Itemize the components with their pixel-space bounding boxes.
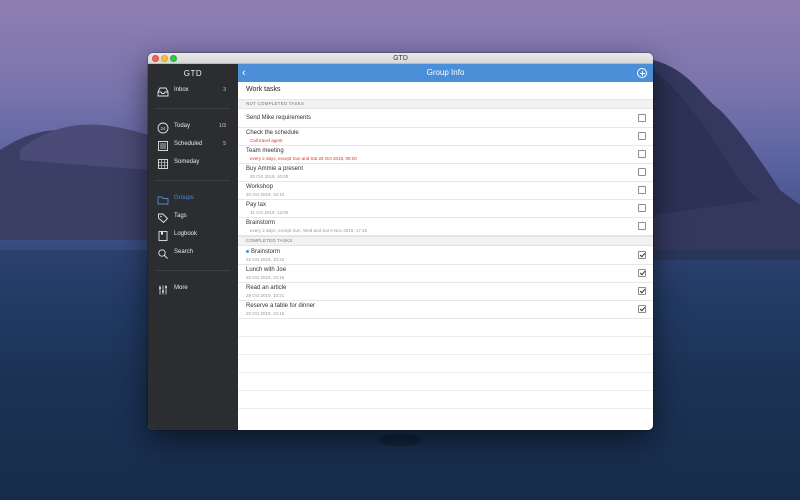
sidebar-item-inbox[interactable]: Inbox 3: [148, 83, 238, 101]
task-date: 30 Oct 2019, 16:10: [246, 192, 285, 197]
task-date: 29 Oct 2019, 10:16: [246, 311, 285, 316]
task-repeat-info: every 2 days, except Sun, Wed and Sat 6 …: [250, 228, 367, 233]
sidebar-item-label: Today: [174, 123, 191, 129]
badge-count: 3: [223, 87, 226, 93]
task-date: 29 Oct 2019, 10:22: [246, 257, 285, 262]
divider: [156, 270, 230, 271]
svg-text:24: 24: [160, 126, 166, 131]
navigation-bar: ‹ Group Info: [238, 64, 653, 82]
window-title: GTD: [393, 55, 408, 62]
empty-row: [238, 391, 653, 409]
task-date: 30 Oct 2019, 10:00: [250, 174, 289, 179]
sidebar-item-logbook[interactable]: Logbook: [148, 227, 238, 245]
folder-icon: [157, 196, 169, 205]
title-bar: GTD: [148, 53, 653, 64]
task-name-wrapper: Brainstorm: [246, 249, 280, 255]
main-panel: ‹ Group Info Work tasks NOT COMPLETED TA…: [238, 64, 653, 430]
task-row[interactable]: Team meeting every 2 days, except Sun an…: [238, 146, 653, 164]
badge-count: 1/3: [219, 123, 226, 129]
task-name: Team meeting: [246, 148, 284, 154]
divider: [156, 108, 230, 109]
sidebar-item-label: More: [174, 285, 188, 291]
task-repeat-info: every 2 days, except Sun and Sat 28 Oct …: [250, 156, 357, 161]
task-name: Brainstorm: [251, 249, 281, 255]
task-date: 29 Oct 2019, 10:16: [246, 275, 285, 280]
group-title: Work tasks: [246, 86, 281, 93]
task-checkbox[interactable]: [638, 287, 646, 295]
section-header-label: COMPLETED TASKS: [246, 238, 293, 243]
sidebar-item-today[interactable]: 24 Today 1/3: [148, 119, 238, 137]
task-name: Brainstorm: [246, 220, 276, 226]
sidebar-item-label: Tags: [174, 213, 187, 219]
task-row[interactable]: Reserve a table for dinner 29 Oct 2019, …: [238, 301, 653, 319]
sidebar-item-more[interactable]: More: [148, 281, 238, 299]
sidebar-item-label: Scheduled: [174, 141, 203, 147]
task-row[interactable]: Lunch with Joe 29 Oct 2019, 10:16: [238, 265, 653, 283]
empty-row: [238, 319, 653, 337]
sidebar-header: GTD: [183, 69, 203, 78]
task-date: 29 Oct 2019, 10:21: [246, 293, 285, 298]
task-row[interactable]: Brainstorm 29 Oct 2019, 10:22: [238, 247, 653, 265]
divider: [156, 180, 230, 181]
sliders-icon: [159, 285, 167, 295]
task-row[interactable]: Workshop 30 Oct 2019, 16:10: [238, 182, 653, 200]
task-name: Send Mike requirements: [246, 115, 312, 121]
task-checkbox[interactable]: [638, 132, 646, 140]
task-name: Read an article: [246, 285, 287, 291]
task-checkbox[interactable]: [638, 150, 646, 158]
task-name: Check the schedule: [246, 130, 299, 136]
scheduled-list-icon: [158, 141, 168, 151]
book-icon: [158, 231, 168, 241]
task-row[interactable]: Brainstorm every 2 days, except Sun, Wed…: [238, 218, 653, 236]
empty-row: [238, 355, 653, 373]
task-checkbox[interactable]: [638, 204, 646, 212]
section-header-completed: COMPLETED TASKS: [238, 236, 653, 246]
task-name: Lunch with Joe: [246, 267, 287, 273]
task-row[interactable]: Pay tax 31 Oct 2019, 12:00: [238, 200, 653, 218]
task-row[interactable]: Check the schedule Call travel agent: [238, 128, 653, 146]
sidebar-item-label: Inbox: [174, 87, 189, 93]
task-name: Workshop: [246, 184, 273, 190]
task-checkbox[interactable]: [638, 251, 646, 259]
app-window: GTD GTD Inbox 3 24 Today 1/3 Scheduled 5…: [148, 53, 653, 430]
badge-count: 5: [223, 141, 226, 147]
sidebar-item-label: Someday: [174, 159, 200, 165]
sidebar-item-label: Search: [174, 249, 194, 255]
empty-row: [238, 337, 653, 355]
task-name: Reserve a table for dinner: [246, 303, 316, 309]
tag-icon: [158, 213, 169, 224]
task-checkbox[interactable]: [638, 168, 646, 176]
task-row[interactable]: Send Mike requirements: [238, 110, 653, 128]
task-checkbox[interactable]: [638, 269, 646, 277]
highlight-dot-icon: [246, 249, 249, 253]
task-name: Buy Ammie a present: [246, 166, 304, 172]
search-icon: [158, 249, 168, 259]
sidebar-item-scheduled[interactable]: Scheduled 5: [148, 137, 238, 155]
task-row[interactable]: Buy Ammie a present 30 Oct 2019, 10:00: [238, 164, 653, 182]
sidebar: GTD Inbox 3 24 Today 1/3 Scheduled 5 Som…: [148, 64, 238, 430]
task-checkbox[interactable]: [638, 305, 646, 313]
sidebar-item-tags[interactable]: Tags: [148, 209, 238, 227]
task-row[interactable]: Read an article 29 Oct 2019, 10:21: [238, 283, 653, 301]
sidebar-item-label: Groups: [174, 195, 194, 201]
grid-calendar-icon: [158, 159, 168, 169]
sidebar-item-label: Logbook: [174, 231, 198, 237]
section-header-not-completed: NOT COMPLETED TASKS: [238, 99, 653, 109]
task-name: Pay tax: [246, 202, 267, 208]
task-checkbox[interactable]: [638, 114, 646, 122]
sidebar-item-groups[interactable]: Groups: [148, 191, 238, 209]
task-date: 31 Oct 2019, 12:00: [250, 210, 289, 215]
add-circle-icon[interactable]: [637, 68, 647, 78]
task-note: Call travel agent: [250, 138, 283, 143]
inbox-icon: [157, 87, 169, 97]
page-title: Group Info: [426, 68, 465, 77]
section-header-label: NOT COMPLETED TASKS: [246, 101, 305, 106]
empty-row: [238, 373, 653, 391]
calendar-24-icon: 24: [157, 122, 169, 134]
sidebar-item-someday[interactable]: Someday: [148, 155, 238, 173]
sidebar-item-search[interactable]: Search: [148, 245, 238, 263]
task-checkbox[interactable]: [638, 222, 646, 230]
task-checkbox[interactable]: [638, 186, 646, 194]
